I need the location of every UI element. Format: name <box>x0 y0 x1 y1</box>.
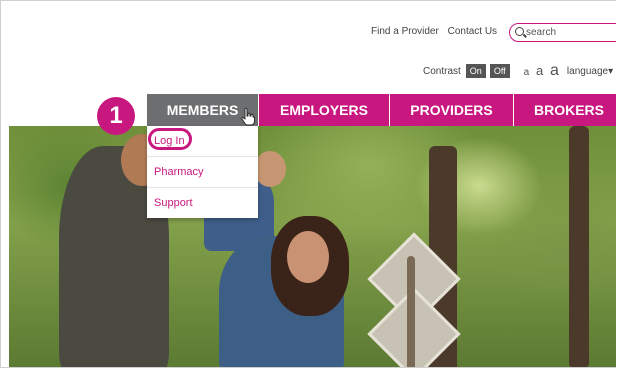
members-dropdown: Log In Pharmacy Support <box>147 126 258 218</box>
hero-photo <box>9 126 616 367</box>
language-label: language <box>566 65 609 77</box>
search-input[interactable] <box>526 25 616 39</box>
text-size-medium-button[interactable]: a <box>536 63 543 78</box>
contrast-off-button[interactable]: Off <box>489 64 510 78</box>
search-box[interactable] <box>509 23 616 42</box>
text-size-large-button[interactable]: a <box>550 62 559 79</box>
dropdown-item-support[interactable]: Support <box>147 188 258 218</box>
text-size-controls: a a a <box>524 62 567 80</box>
contact-us-link[interactable]: Contact Us <box>448 26 497 37</box>
main-nav: MEMBERS EMPLOYERS PROVIDERS BROKERS <box>1 94 616 126</box>
text-size-small-button[interactable]: a <box>524 67 530 78</box>
find-a-provider-link[interactable]: Find a Provider <box>371 26 439 37</box>
hand-pointer-icon <box>241 108 255 126</box>
nav-providers[interactable]: PROVIDERS <box>390 94 513 126</box>
step-number-badge: 1 <box>97 97 135 135</box>
language-selector[interactable]: language▾ <box>567 66 613 77</box>
utility-links: Find a Provider Contact Us <box>371 26 503 37</box>
contrast-label: Contrast <box>423 65 461 77</box>
contrast-on-button[interactable]: On <box>465 64 486 78</box>
page-frame: Find a Provider Contact Us Contrast On O… <box>0 0 616 368</box>
dropdown-item-pharmacy[interactable]: Pharmacy <box>147 157 258 188</box>
nav-employers[interactable]: EMPLOYERS <box>259 94 389 126</box>
chevron-down-icon: ▾ <box>608 65 614 77</box>
accessibility-bar: Contrast On Off a a a language▾ <box>423 62 613 80</box>
nav-brokers[interactable]: BROKERS <box>514 94 616 126</box>
log-in-label: Log In <box>154 135 185 147</box>
search-icon <box>515 27 524 36</box>
dropdown-item-log-in[interactable]: Log In <box>147 126 258 157</box>
